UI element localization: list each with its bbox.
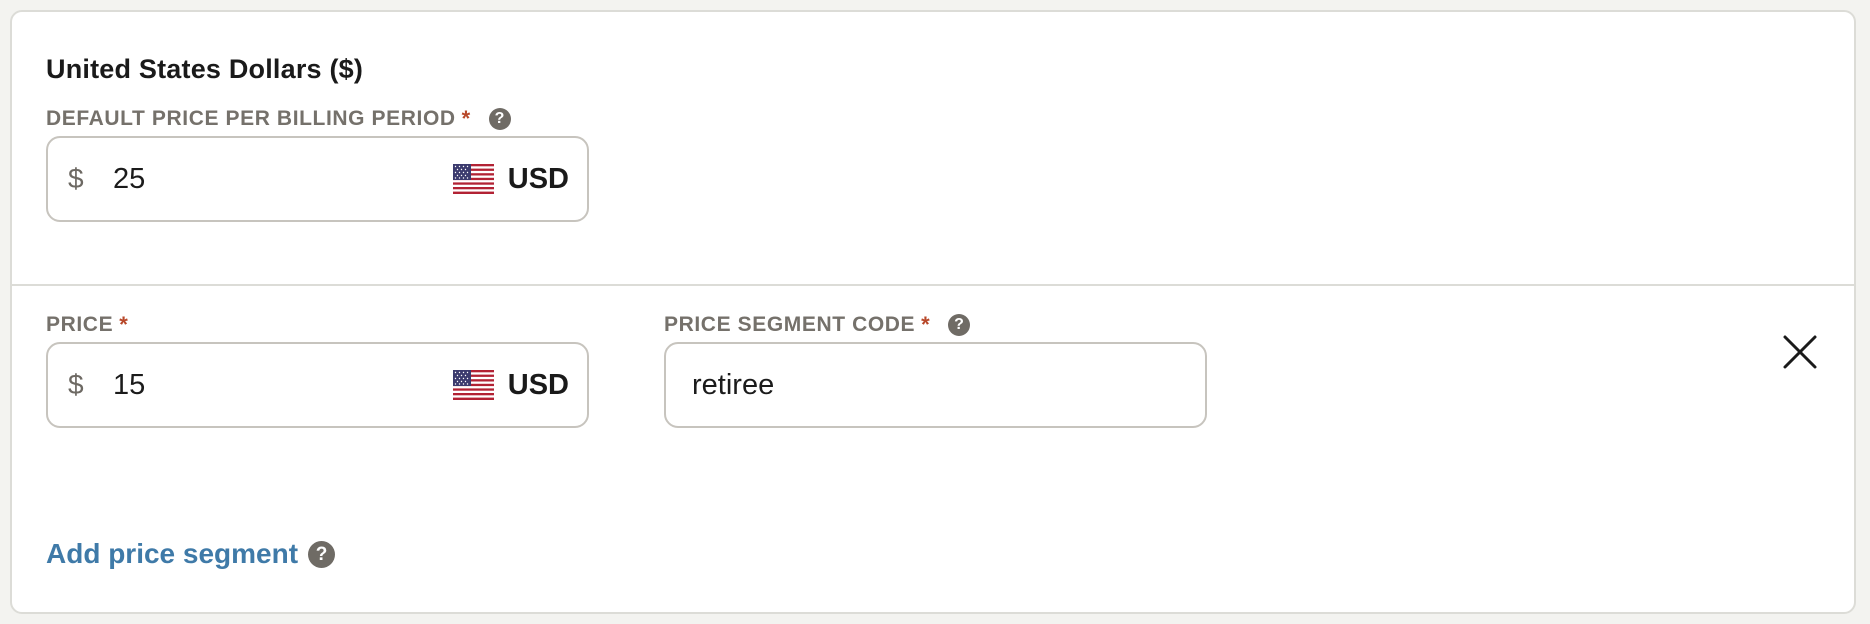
dollar-sign-icon: $ [68, 369, 84, 400]
segment-price-value[interactable]: 15 [113, 369, 453, 402]
required-asterisk: * [119, 312, 129, 337]
segment-code-input[interactable]: retiree [664, 342, 1207, 428]
default-price-section: United States Dollars ($) DEFAULT PRICE … [12, 12, 1854, 286]
default-price-label: DEFAULT PRICE PER BILLING PERIOD * ? [46, 106, 511, 132]
currency-code: USD [507, 368, 569, 401]
price-label: PRICE * [46, 312, 128, 338]
currency-price-card: United States Dollars ($) DEFAULT PRICE … [10, 10, 1856, 614]
section-divider [12, 284, 1854, 286]
add-price-segment-label[interactable]: Add price segment [46, 538, 298, 570]
close-icon[interactable] [1776, 328, 1824, 376]
dollar-sign-icon: $ [68, 163, 84, 194]
default-price-label-text: DEFAULT PRICE PER BILLING PERIOD [46, 107, 456, 130]
price-label-text: PRICE [46, 313, 114, 336]
segment-price-input[interactable]: $ 15 USD [46, 342, 589, 428]
currency-code: USD [507, 162, 569, 195]
help-icon[interactable]: ? [488, 108, 511, 130]
help-icon[interactable]: ? [308, 540, 336, 568]
required-asterisk: * [461, 106, 471, 131]
segment-code-label-text: PRICE SEGMENT CODE [664, 313, 916, 336]
default-price-input[interactable]: $ 25 USD [46, 136, 589, 222]
us-flag-icon [452, 164, 494, 194]
segment-code-label: PRICE SEGMENT CODE * ? [664, 312, 971, 338]
us-flag-icon [452, 370, 494, 400]
default-price-value[interactable]: 25 [113, 163, 453, 196]
add-price-segment-link[interactable]: Add price segment ? [46, 538, 336, 570]
section-title: United States Dollars ($) [46, 54, 364, 84]
required-asterisk: * [921, 312, 931, 337]
help-icon[interactable]: ? [948, 314, 971, 336]
